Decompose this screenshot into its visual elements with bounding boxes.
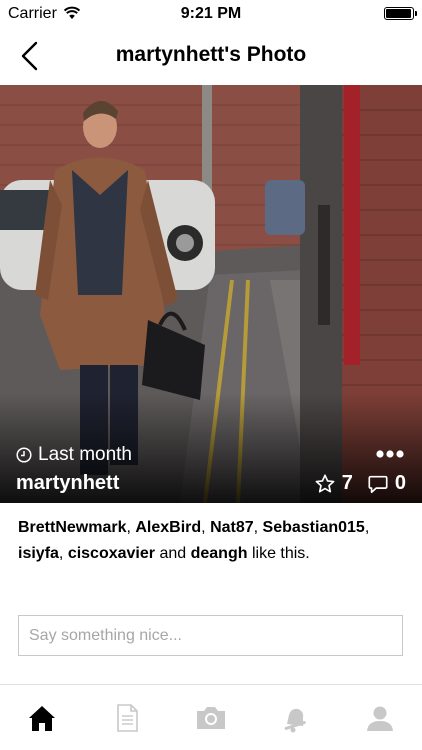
liker-username[interactable]: Sebastian015 bbox=[263, 519, 365, 536]
tab-home[interactable] bbox=[0, 685, 84, 750]
star-icon bbox=[315, 473, 335, 493]
tab-profile[interactable] bbox=[338, 685, 422, 750]
likes-summary: BrettNewmark, AlexBird, Nat87, Sebastian… bbox=[18, 519, 370, 562]
comment-bubble-icon bbox=[368, 475, 388, 493]
profile-icon bbox=[366, 706, 393, 731]
page-title: martynhett's Photo bbox=[115, 43, 307, 66]
comment-input[interactable] bbox=[18, 615, 403, 656]
likes-suffix: like this. bbox=[251, 545, 310, 562]
liker-username[interactable]: deangh bbox=[191, 545, 248, 562]
timestamp-label: Last month bbox=[38, 444, 132, 465]
liker-username[interactable]: ciscoxavier bbox=[68, 545, 155, 562]
comments-count: 0 bbox=[394, 472, 406, 494]
tab-camera[interactable] bbox=[169, 685, 253, 750]
camera-icon bbox=[197, 706, 226, 729]
photo-stats: 7 0 bbox=[314, 472, 406, 495]
tab-notifications[interactable] bbox=[253, 685, 337, 750]
home-icon bbox=[29, 705, 56, 731]
document-icon bbox=[116, 703, 138, 732]
liker-username[interactable]: BrettNewmark bbox=[18, 519, 126, 536]
clock-icon bbox=[16, 447, 32, 463]
photo-card[interactable]: Last month martynhett 7 0 bbox=[0, 85, 422, 503]
likes-connector: and bbox=[159, 545, 187, 562]
navigation-bar: martynhett's Photo bbox=[0, 28, 422, 85]
battery-level bbox=[386, 9, 411, 18]
bell-icon bbox=[285, 708, 307, 732]
status-bar: Carrier 9:21 PM bbox=[0, 0, 422, 28]
star-button[interactable]: 7 bbox=[314, 472, 353, 495]
more-dots-icon[interactable] bbox=[376, 448, 404, 460]
liker-username[interactable]: AlexBird bbox=[135, 519, 201, 536]
status-time: 9:21 PM bbox=[180, 5, 242, 22]
photo-timestamp: Last month bbox=[16, 444, 132, 466]
liker-username[interactable]: Nat87 bbox=[210, 519, 254, 536]
liker-username[interactable]: isiyfa bbox=[18, 545, 59, 562]
tab-bar bbox=[0, 684, 422, 750]
comments-button[interactable]: 0 bbox=[367, 472, 406, 495]
photo-owner-username[interactable]: martynhett bbox=[16, 472, 119, 495]
tab-feed[interactable] bbox=[84, 685, 168, 750]
battery-icon bbox=[384, 7, 417, 20]
stars-count: 7 bbox=[341, 472, 353, 494]
